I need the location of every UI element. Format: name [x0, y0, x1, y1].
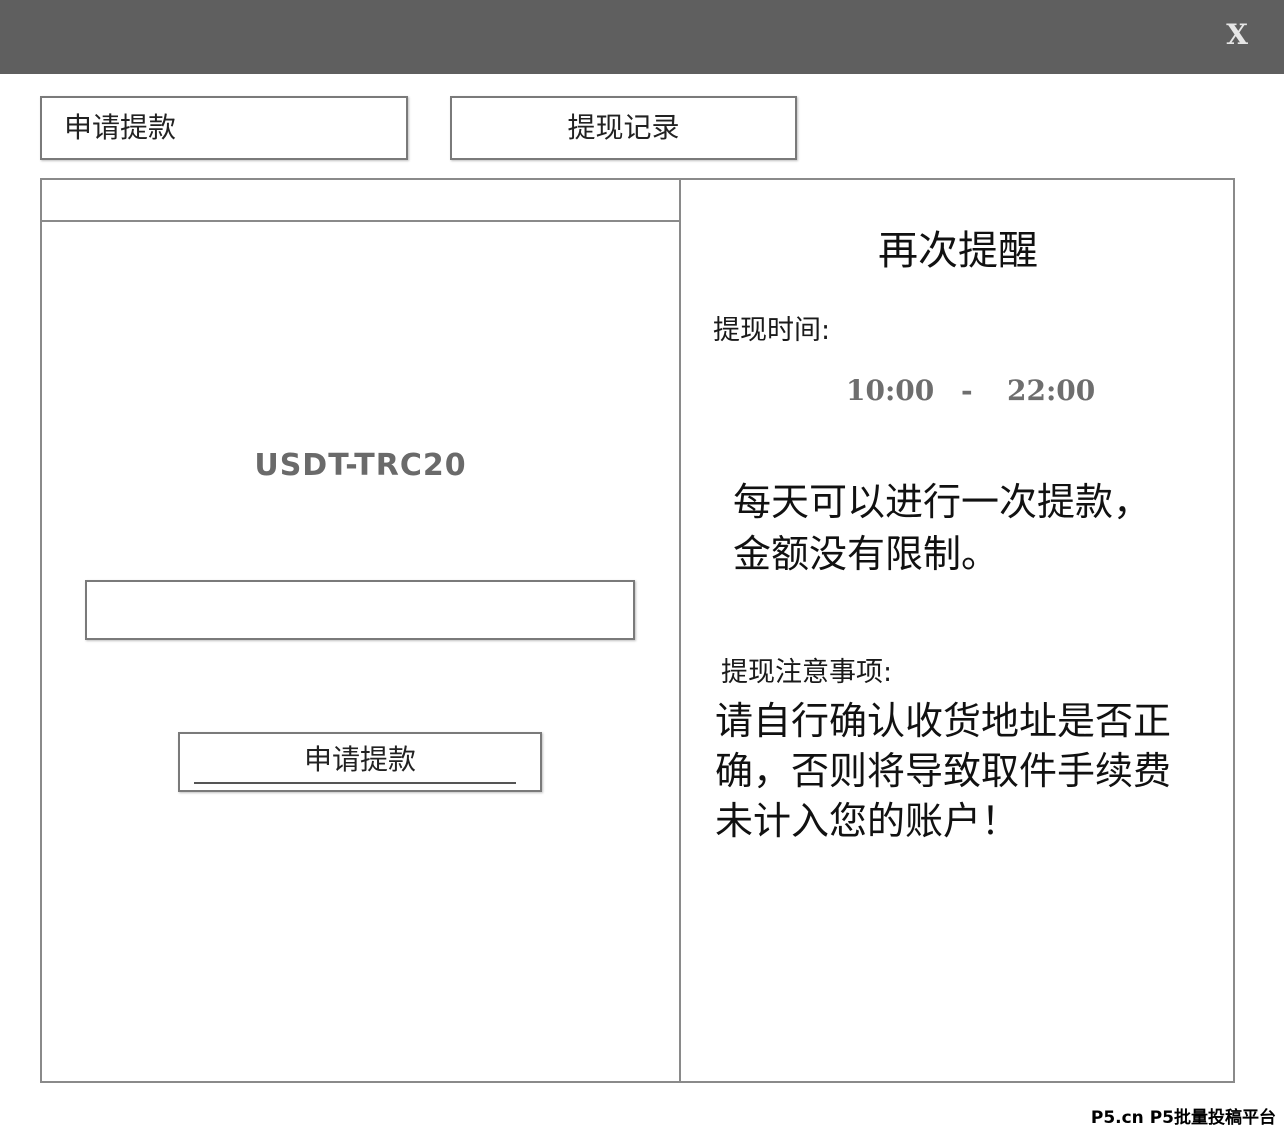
submit-withdrawal-button[interactable]: 申请提款 [178, 732, 542, 792]
withdrawal-notice-text: 请自行确认收货地址是否正确，否则将导致取件手续费未计入您的账户！ [715, 699, 1172, 843]
submit-button-underline [194, 782, 516, 784]
window-titlebar: X [0, 0, 1284, 74]
daily-limit-note: 每天可以进行一次提款，金额没有限制。 [733, 480, 1152, 576]
time-separator: - [961, 374, 973, 407]
reminder-panel: 再次提醒 提现时间: 10:00 - 22:00 每天可以进行一次提款，金额没有… [681, 180, 1235, 1081]
watermark: P5.cn P5批量投稿平台 [1086, 1103, 1280, 1128]
currency-label: USDT-TRC20 [254, 448, 467, 483]
left-panel-header-divider [42, 220, 679, 222]
time-start: 10:00 [846, 374, 935, 407]
submit-withdrawal-label: 申请提款 [303, 743, 416, 776]
tab-apply-withdrawal[interactable]: 申请提款 [40, 96, 408, 160]
tab-withdrawal-records[interactable]: 提现记录 [450, 96, 797, 160]
withdrawal-time-range: 10:00 - 22:00 [681, 374, 1235, 410]
time-end: 22:00 [1007, 374, 1096, 407]
reminder-title: 再次提醒 [878, 228, 1038, 274]
close-button[interactable]: X [1226, 18, 1248, 52]
withdrawal-time-label: 提现时间: [713, 315, 831, 346]
withdrawal-notice-label: 提现注意事项: [721, 657, 893, 688]
withdrawal-panel: USDT-TRC20 申请提款 再次提醒 提现时间: 10:00 - 22:00… [40, 178, 1235, 1083]
withdrawal-amount-input[interactable] [85, 580, 635, 640]
